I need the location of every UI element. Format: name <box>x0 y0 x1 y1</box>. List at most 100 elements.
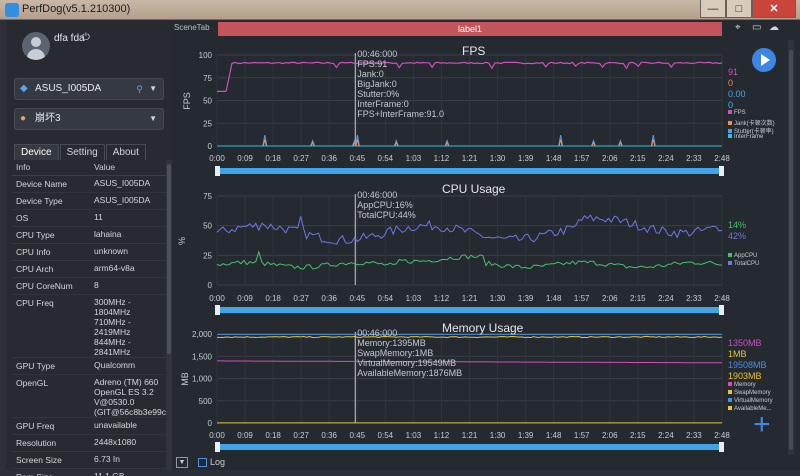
legend-swatch <box>728 129 732 133</box>
legend-swatch <box>728 134 732 138</box>
avatar[interactable] <box>22 32 50 60</box>
legend-label: TotalCPU <box>734 261 760 267</box>
avatar-body <box>27 49 45 60</box>
link-icon[interactable]: ⚲ <box>136 79 143 99</box>
main-scrollbar-thumb[interactable] <box>789 50 793 450</box>
range-handle-right <box>719 305 724 315</box>
x-tick-label: 0:36 <box>321 294 337 303</box>
cursor-readout-line: InterFrame:0 <box>357 99 409 109</box>
info-key: Screen Size <box>12 451 90 469</box>
info-key: CPU Info <box>12 243 90 261</box>
info-value: arm64-v8a <box>90 260 172 278</box>
table-row: CPU Type lahaina <box>12 226 172 244</box>
add-chart-button[interactable]: + <box>753 410 771 440</box>
chart-title: Memory Usage <box>442 321 524 335</box>
info-key: CPU CoreNum <box>12 277 90 295</box>
info-key: GPU Freq <box>12 417 90 435</box>
table-row: Device Name ASUS_I005DA <box>12 175 172 193</box>
cursor-readout-line: TotalCPU:44% <box>357 210 416 220</box>
table-row: Ram Size11.1 GB <box>12 468 172 476</box>
table-row: OS 11 <box>12 209 172 227</box>
x-tick-label: 0:54 <box>378 431 394 440</box>
x-tick-label: 0:09 <box>237 431 253 440</box>
current-value: 91 <box>728 67 739 77</box>
x-tick-label: 0:09 <box>237 154 253 163</box>
info-key: Ram Size <box>12 468 90 476</box>
time-range-bar <box>217 307 722 313</box>
log-checkbox[interactable] <box>198 458 207 467</box>
maximize-button[interactable]: □ <box>726 0 752 18</box>
app-select[interactable]: ● 崩坏3 ▼ <box>14 108 164 130</box>
table-row: GPU Type Qualcomm <box>12 357 172 375</box>
current-value: 0 <box>728 78 734 88</box>
tab-setting[interactable]: Setting <box>59 144 105 160</box>
y-tick-label: 50 <box>203 222 212 231</box>
column-header-info: Info <box>12 160 90 176</box>
current-value: 1350MB <box>728 338 762 348</box>
play-icon <box>761 54 770 66</box>
info-key: OpenGL <box>12 374 90 418</box>
username: dfa fda <box>54 33 85 44</box>
avatar-head <box>31 37 41 47</box>
legend-swatch <box>728 121 732 125</box>
x-tick-label: 2:15 <box>630 154 646 163</box>
x-tick-label: 1:03 <box>406 431 422 440</box>
x-tick-label: 2:24 <box>658 294 674 303</box>
log-toggle-icon[interactable]: ▼ <box>176 457 188 468</box>
table-row: CPU Arch arm64-v8a <box>12 260 172 278</box>
device-select[interactable]: ◆ ASUS_I005DA ⚲ ▼ <box>14 78 164 100</box>
range-handle-left <box>215 305 220 315</box>
column-header-value: Value <box>90 160 172 176</box>
tab-about[interactable]: About <box>105 144 146 160</box>
play-button[interactable] <box>752 48 776 72</box>
y-tick-label: 75 <box>203 74 212 83</box>
current-value: 42% <box>728 231 747 241</box>
minimize-button[interactable]: — <box>700 0 726 18</box>
close-button[interactable]: ✕ <box>752 0 796 18</box>
main-scrollbar[interactable] <box>788 40 794 460</box>
legend-label: AvailableMe... <box>734 406 772 412</box>
app-icon: ● <box>20 113 27 124</box>
legend-item: VirtualMemory <box>728 398 773 404</box>
window-titlebar: PerfDog(v5.1.210300) — □ ✕ <box>0 0 800 20</box>
tab-device[interactable]: Device <box>14 144 59 160</box>
x-tick-label: 0:00 <box>209 154 225 163</box>
legend-label: SwapMemory <box>734 390 771 396</box>
sidebar-scrollbar-thumb[interactable] <box>167 164 171 354</box>
x-tick-label: 1:30 <box>490 154 506 163</box>
y-tick-label: 1,500 <box>192 352 213 361</box>
y-tick-label: 25 <box>203 251 212 260</box>
x-tick-label: 1:03 <box>406 154 422 163</box>
time-range-bar <box>217 168 722 174</box>
info-value: ASUS_I005DA <box>90 175 172 193</box>
x-tick-label: 2:06 <box>602 294 618 303</box>
x-tick-label: 0:45 <box>349 154 365 163</box>
table-row: Device Type ASUS_I005DA <box>12 192 172 210</box>
x-tick-label: 1:39 <box>518 431 534 440</box>
sidebar: dfa fda ⏻ ◆ ASUS_I005DA ⚲ ▼ ● 崩坏3 ▼ Devi… <box>6 20 172 476</box>
x-tick-label: 0:54 <box>378 294 394 303</box>
x-tick-label: 2:33 <box>686 154 702 163</box>
x-tick-label: 1:21 <box>462 294 478 303</box>
table-row: CPU Info unknown <box>12 243 172 261</box>
cursor-readout-line: AppCPU:16% <box>357 200 413 210</box>
charts-canvas[interactable]: 0 25 50 75 100 0:00 0:09 0:18 0:27 0:36 0:45 0:54 1:… <box>172 20 800 470</box>
x-tick-label: 0:27 <box>293 294 309 303</box>
x-tick-label: 1:57 <box>574 154 590 163</box>
x-tick-label: 1:39 <box>518 154 534 163</box>
cursor-readout-line: 00:46:000 <box>357 49 398 59</box>
x-tick-label: 0:27 <box>293 154 309 163</box>
cursor-readout-line: BigJank:0 <box>357 79 397 89</box>
x-tick-label: 1:12 <box>434 154 450 163</box>
cursor-readout-line: Memory:1395MB <box>357 338 426 348</box>
y-axis-label: MB <box>179 371 190 386</box>
legend-label: VirtualMemory <box>734 398 773 404</box>
y-tick-label: 25 <box>203 119 212 128</box>
x-tick-label: 1:12 <box>434 431 450 440</box>
power-icon[interactable]: ⏻ <box>82 32 90 43</box>
table-row: GPU Freq unavailable <box>12 417 172 435</box>
x-tick-label: 1:30 <box>490 431 506 440</box>
table-row: Resolution 2448x1080 <box>12 434 172 452</box>
legend-swatch <box>728 110 732 114</box>
x-tick-label: 1:48 <box>546 431 562 440</box>
